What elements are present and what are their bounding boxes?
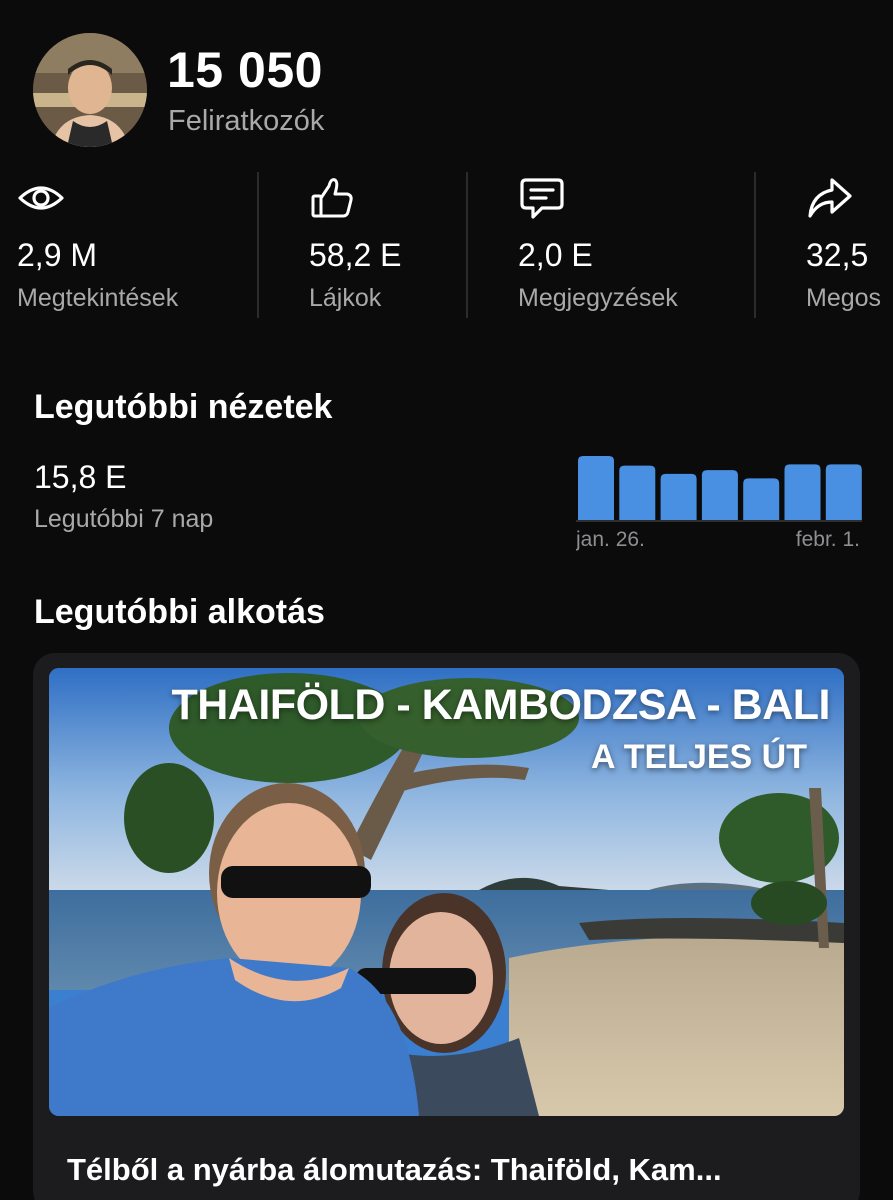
stat-likes-value: 58,2 E <box>309 237 402 273</box>
stat-views-label: Megtekintések <box>17 284 179 312</box>
subscriber-count: 15 050 <box>167 42 323 98</box>
views-bar <box>660 473 697 520</box>
subscriber-label: Feliratkozók <box>168 105 325 137</box>
latest-video-card[interactable]: THAIFÖLD - KAMBODZSA - BALI A TELJES ÚT … <box>33 653 860 1200</box>
divider <box>257 172 259 318</box>
stat-shares-value: 32,5 <box>806 237 869 273</box>
recent-views-title: Legutóbbi nézetek <box>34 388 333 426</box>
avatar-photo <box>33 33 147 147</box>
views-bar <box>619 465 656 520</box>
stat-comments-label: Megjegyzések <box>518 284 678 312</box>
views-bar <box>743 478 780 520</box>
divider <box>754 172 756 318</box>
views-bar <box>701 470 738 520</box>
thumbs-up-icon <box>309 174 357 222</box>
stat-comments-value: 2,0 E <box>518 237 593 273</box>
comment-icon <box>518 174 566 222</box>
divider <box>466 172 468 318</box>
views-bar <box>578 456 614 520</box>
stat-likes-label: Lájkok <box>309 284 382 312</box>
video-thumbnail[interactable]: THAIFÖLD - KAMBODZSA - BALI A TELJES ÚT <box>49 668 844 1116</box>
video-title[interactable]: Télből a nyárba álomutazás: Thaiföld, Ka… <box>67 1151 837 1189</box>
stat-views-value: 2,9 M <box>17 237 98 273</box>
thumbnail-title-line1: THAIFÖLD - KAMBODZSA - BALI <box>171 681 831 729</box>
recent-views-value: 15,8 E <box>34 459 127 495</box>
thumbnail-title-line2: A TELJES ÚT <box>591 738 807 776</box>
recent-views-chart[interactable]: jan. 26. febr. 1. <box>575 450 862 558</box>
views-bar <box>825 464 862 520</box>
chart-start-label: jan. 26. <box>576 528 645 551</box>
channel-avatar[interactable] <box>33 33 147 147</box>
thumbnail-image <box>49 668 844 1116</box>
latest-creation-title: Legutóbbi alkotás <box>34 593 325 631</box>
chart-end-label: febr. 1. <box>796 528 860 551</box>
stat-shares-label: Megos <box>806 284 882 312</box>
recent-views-period: Legutóbbi 7 nap <box>34 505 214 533</box>
views-bar <box>784 464 821 520</box>
share-icon <box>806 174 854 222</box>
views-bar-chart: jan. 26. febr. 1. <box>575 456 862 551</box>
eye-icon <box>17 174 65 222</box>
